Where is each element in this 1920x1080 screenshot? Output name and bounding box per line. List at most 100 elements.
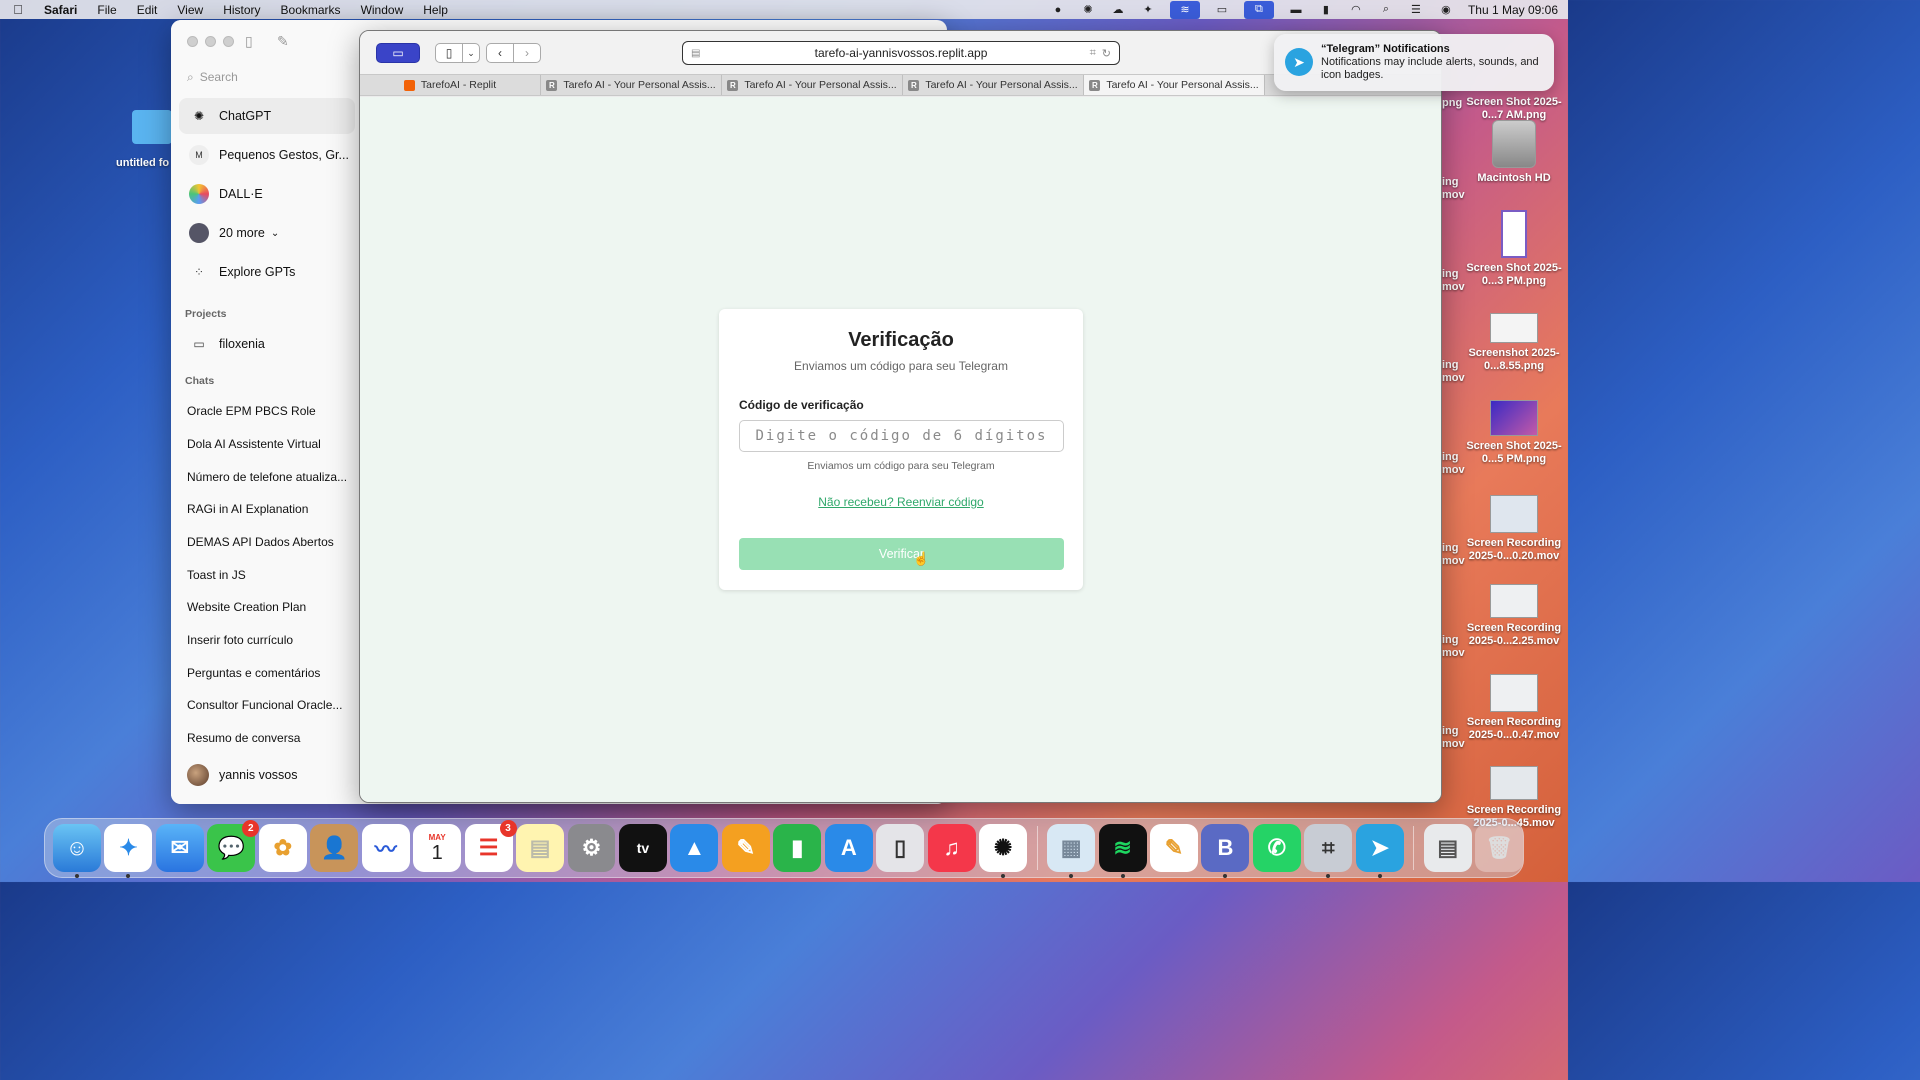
- forward-button[interactable]: ›: [513, 43, 541, 63]
- spotify-icon[interactable]: ≋: [1098, 824, 1147, 878]
- screen-mirror-icon[interactable]: ⧉: [1243, 0, 1274, 19]
- desktop-file-recording-3[interactable]: Screen Recording 2025-0...0.47.mov: [1466, 674, 1562, 742]
- chatgpt-icon[interactable]: ✺: [979, 824, 1028, 878]
- music-icon[interactable]: ♫: [927, 824, 976, 872]
- bbedit-icon[interactable]: B: [1201, 824, 1250, 878]
- siri-icon[interactable]: ◉: [1438, 4, 1454, 16]
- chat-item[interactable]: Consultor Funcional Oracle...: [187, 698, 357, 712]
- tab-4[interactable]: R Tarefo AI - Your Personal Assis...: [903, 75, 1084, 95]
- zoom-button[interactable]: [223, 36, 234, 47]
- verification-code-input[interactable]: [739, 420, 1064, 452]
- sidebar-item-more-gpts[interactable]: 20 more ⌄: [179, 215, 355, 251]
- tab-1[interactable]: TarefoAI - Replit: [360, 75, 541, 95]
- menu-window[interactable]: Window: [351, 3, 414, 17]
- dropbox-icon[interactable]: ✦: [1140, 4, 1156, 16]
- whatsapp-icon[interactable]: ✆: [1252, 824, 1301, 872]
- chat-item[interactable]: Dola AI Assistente Virtual: [187, 437, 357, 451]
- freeform-icon[interactable]: 〰: [361, 824, 410, 872]
- chat-item[interactable]: Inserir foto currículo: [187, 633, 357, 647]
- chat-item[interactable]: Website Creation Plan: [187, 600, 357, 614]
- chat-item[interactable]: Toast in JS: [187, 568, 357, 582]
- chatgpt-status-icon[interactable]: ✺: [1080, 4, 1096, 16]
- sidebar-item-chatgpt[interactable]: ✺ ChatGPT: [179, 98, 355, 134]
- notes-icon[interactable]: ▤: [516, 824, 565, 872]
- chat-item[interactable]: Oracle EPM PBCS Role: [187, 404, 357, 418]
- desktop-file-recording-2[interactable]: Screen Recording 2025-0...2.25.mov: [1466, 584, 1562, 648]
- reminders-icon[interactable]: ☰ 3: [464, 820, 517, 872]
- sidebar-item-explore-gpts[interactable]: ⁘ Explore GPTs: [179, 254, 355, 290]
- resend-code-link[interactable]: Não recebeu? Reenviar código: [719, 495, 1083, 509]
- iphone-mirroring-icon[interactable]: ▯: [876, 824, 925, 872]
- menu-bookmarks[interactable]: Bookmarks: [271, 3, 351, 17]
- desktop-file-screenshot-2[interactable]: Screen Shot 2025-0...3 PM.png: [1466, 210, 1562, 288]
- verify-button[interactable]: Verificar: [739, 538, 1064, 570]
- sidebar-toggle-button[interactable]: ▯: [435, 43, 463, 63]
- textedit-icon[interactable]: ✎: [1150, 824, 1198, 872]
- battery-icon[interactable]: ▮: [1318, 4, 1334, 16]
- desktop-file-recording-1[interactable]: Screen Recording 2025-0...0.20.mov: [1466, 495, 1562, 563]
- translate-icon[interactable]: ⌗: [1090, 47, 1096, 60]
- project-item-filoxenia[interactable]: ▭ filoxenia: [179, 326, 355, 362]
- sleep-icon[interactable]: ▬: [1288, 4, 1304, 16]
- numbers-icon[interactable]: ▮: [773, 824, 822, 872]
- control-center-icon[interactable]: ☰: [1408, 4, 1424, 16]
- desktop-file-screenshot-1[interactable]: Screen Shot 2025-0...7 AM.png: [1466, 88, 1562, 122]
- chat-item[interactable]: Resumo de conversa: [187, 731, 357, 745]
- page-settings-icon[interactable]: ▤: [691, 48, 700, 59]
- chat-item[interactable]: DEMAS API Dados Abertos: [187, 535, 357, 549]
- messages-icon[interactable]: 💬 2: [207, 820, 260, 872]
- desktop-macintosh-hd[interactable]: Macintosh HD: [1466, 120, 1562, 185]
- pages-icon[interactable]: ✎: [721, 824, 770, 872]
- reload-icon[interactable]: ↻: [1102, 47, 1111, 60]
- trash-icon[interactable]: 🗑: [1475, 824, 1524, 872]
- menu-view[interactable]: View: [167, 3, 213, 17]
- chat-item[interactable]: Número de telefone atualiza...: [187, 470, 357, 484]
- desktop-file-screenshot-4[interactable]: Screen Shot 2025-0...5 PM.png: [1466, 400, 1562, 466]
- sidebar-search[interactable]: ⌕ Search: [181, 66, 357, 88]
- new-chat-icon[interactable]: ✎: [277, 33, 295, 49]
- audio-wave-icon[interactable]: ≋: [1169, 0, 1200, 19]
- appstore-icon[interactable]: A: [824, 824, 873, 872]
- desktop-folder-icon[interactable]: [132, 104, 172, 144]
- screenshot-icon[interactable]: ⌗: [1304, 824, 1353, 878]
- menu-app-safari[interactable]: Safari: [36, 3, 87, 17]
- close-button[interactable]: [187, 36, 198, 47]
- system-settings-icon[interactable]: ⚙: [567, 824, 616, 872]
- back-button[interactable]: ‹: [486, 43, 514, 63]
- wifi-icon[interactable]: ◠: [1348, 4, 1364, 16]
- tab-group-dropdown[interactable]: ⌄: [462, 43, 480, 63]
- cloud-icon[interactable]: ☁: [1110, 4, 1126, 16]
- telegram-dock-icon[interactable]: ➤: [1355, 824, 1404, 878]
- menu-help[interactable]: Help: [413, 3, 458, 17]
- telegram-notification[interactable]: ➤ “Telegram” Notifications Notifications…: [1274, 34, 1554, 91]
- safari-icon[interactable]: ✦: [104, 824, 153, 878]
- status-app-icon[interactable]: ●: [1050, 4, 1066, 16]
- contacts-icon[interactable]: 👤: [310, 824, 359, 872]
- downloads-icon[interactable]: ▤: [1423, 824, 1472, 872]
- sidebar-item-dalle[interactable]: DALL·E: [179, 176, 355, 212]
- tab-3[interactable]: R Tarefo AI - Your Personal Assis...: [722, 75, 903, 95]
- user-profile[interactable]: yannis vossos: [187, 764, 298, 786]
- sidebar-item-pequenos-gestos[interactable]: M Pequenos Gestos, Gr...: [179, 137, 355, 173]
- menu-file[interactable]: File: [87, 3, 126, 17]
- appletv-icon[interactable]: tv: [618, 824, 667, 872]
- tab-5-active[interactable]: R Tarefo AI - Your Personal Assis...: [1084, 75, 1265, 95]
- address-bar[interactable]: ▤ tarefo-ai-yannisvossos.replit.app ⌗ ↻: [682, 41, 1120, 65]
- menu-edit[interactable]: Edit: [127, 3, 168, 17]
- keynote-icon[interactable]: ▲: [670, 824, 719, 872]
- sidebar-toggle-icon[interactable]: ▯: [245, 33, 263, 49]
- menu-history[interactable]: History: [213, 3, 270, 17]
- display-icon[interactable]: ▭: [1214, 4, 1230, 16]
- screen-share-button[interactable]: ▭: [376, 43, 420, 63]
- minimize-button[interactable]: [205, 36, 216, 47]
- spotlight-search-icon[interactable]: ⌕: [1378, 3, 1394, 16]
- photos-icon[interactable]: ✿: [258, 824, 307, 872]
- menubar-clock[interactable]: Thu 1 May 09:06: [1468, 3, 1558, 17]
- chat-item[interactable]: RAGi in AI Explanation: [187, 502, 357, 516]
- calendar-icon[interactable]: MAY 1: [413, 824, 462, 872]
- preview-icon[interactable]: ▦: [1047, 824, 1096, 878]
- apple-menu-icon[interactable]: : [0, 2, 36, 17]
- tab-2[interactable]: R Tarefo AI - Your Personal Assis...: [541, 75, 722, 95]
- finder-icon[interactable]: ☺: [53, 824, 101, 878]
- desktop-file-screenshot-3[interactable]: Screenshot 2025-0...8.55.png: [1466, 313, 1562, 373]
